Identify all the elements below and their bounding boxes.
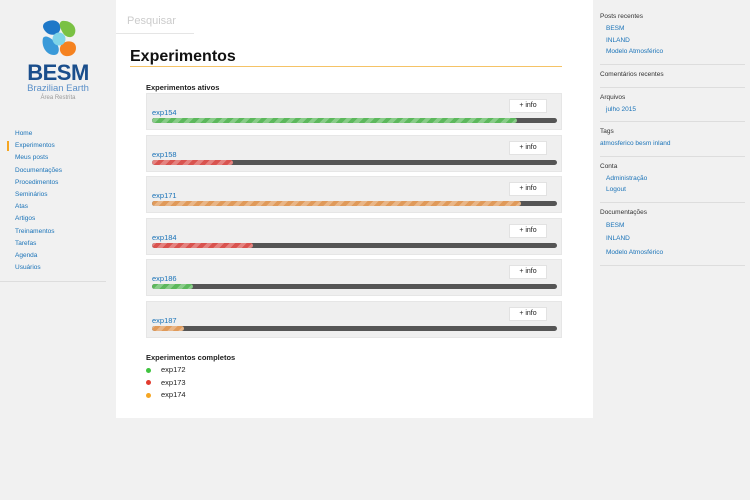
main-content: Pesquisar Experimentos Experimentos ativ…	[116, 0, 593, 418]
more-info-button[interactable]: + info	[509, 307, 547, 321]
progress-bar	[152, 160, 557, 165]
account-widget: Conta Administração Logout	[600, 162, 745, 203]
experiment-card: exp184 + info	[146, 218, 562, 255]
logo-subtitle: Brazilian Earth	[27, 83, 89, 94]
main-nav: Home Experimentos Meus posts Documentaçõ…	[0, 128, 106, 283]
besm-logo-icon	[42, 20, 76, 57]
right-sidebar: Posts recentes BESM INLAND Modelo Atmosf…	[600, 12, 745, 271]
widget-title: Conta	[600, 162, 618, 170]
admin-link[interactable]: Administração	[600, 173, 745, 185]
recent-post-link[interactable]: Modelo Atmosférico	[600, 46, 745, 58]
progress-bar	[152, 326, 557, 331]
more-info-button[interactable]: + info	[509, 99, 547, 113]
recent-post-link[interactable]: INLAND	[600, 35, 745, 47]
progress-fill	[152, 118, 517, 123]
status-dot	[146, 367, 151, 373]
experiment-link[interactable]: exp187	[152, 316, 177, 325]
experiment-link[interactable]: exp186	[152, 274, 177, 283]
completed-list: exp172 exp173 exp174	[146, 364, 186, 402]
progress-fill	[152, 201, 521, 206]
progress-bar	[152, 284, 557, 289]
recent-comments-widget: Comentários recentes	[600, 70, 745, 88]
recent-posts-widget: Posts recentes BESM INLAND Modelo Atmosf…	[600, 12, 745, 65]
progress-fill	[152, 284, 193, 289]
completed-experiments-heading: Experimentos completos	[146, 353, 236, 362]
nav-item-treinamentos[interactable]: Treinamentos	[0, 226, 106, 238]
nav-item-home[interactable]: Home	[0, 128, 106, 140]
experiment-link[interactable]: exp158	[152, 150, 177, 159]
list-item: exp174	[146, 389, 186, 402]
experiment-link[interactable]: exp171	[152, 191, 177, 200]
search-input[interactable]: Pesquisar	[116, 10, 194, 34]
archives-widget: Arquivos julho 2015	[600, 93, 745, 122]
more-info-button[interactable]: + info	[509, 182, 547, 196]
completed-experiment-name: exp172	[161, 365, 186, 374]
doc-link[interactable]: BESM	[600, 219, 745, 233]
nav-item-usuarios[interactable]: Usuários	[0, 262, 106, 274]
widget-title: Documentações	[600, 208, 647, 216]
progress-bar	[152, 118, 557, 123]
experiment-card: exp187 + info	[146, 301, 562, 338]
nav-item-documentacoes[interactable]: Documentações	[0, 165, 106, 177]
left-sidebar: BESM Brazilian Earth Área Restrita Home …	[0, 0, 116, 500]
status-dot	[146, 380, 151, 385]
experiment-card: exp158 + info	[146, 135, 562, 172]
title-divider	[130, 66, 562, 67]
more-info-button[interactable]: + info	[509, 224, 547, 238]
tag-cloud[interactable]: atmosferico besm inland	[600, 138, 745, 150]
status-dot	[146, 392, 151, 398]
besm-logo[interactable]: BESM Brazilian Earth Área Restrita	[22, 18, 94, 106]
experiment-card: exp186 + info	[146, 259, 562, 296]
doc-link[interactable]: Modelo Atmosférico	[600, 246, 745, 260]
completed-experiment-name: exp174	[161, 390, 186, 399]
nav-item-agenda[interactable]: Agenda	[0, 250, 106, 262]
progress-bar	[152, 243, 557, 248]
logo-besm-text: BESM	[27, 60, 89, 85]
tags-widget: Tags atmosferico besm inland	[600, 127, 745, 157]
experiment-link[interactable]: exp154	[152, 108, 177, 117]
page-title: Experimentos	[130, 48, 236, 65]
list-item: exp173	[146, 377, 186, 390]
progress-fill	[152, 243, 254, 248]
nav-item-seminarios[interactable]: Seminários	[0, 189, 106, 201]
nav-item-atas[interactable]: Atas	[0, 201, 106, 213]
experiment-card: exp171 + info	[146, 176, 562, 213]
widget-title: Posts recentes	[600, 13, 643, 20]
completed-experiment-name: exp173	[161, 377, 186, 387]
logo-area-restrita: Área Restrita	[40, 95, 76, 101]
widget-title: Tags	[600, 128, 614, 135]
list-item: exp172	[146, 364, 186, 377]
doc-link[interactable]: INLAND	[600, 232, 745, 246]
archive-link[interactable]: julho 2015	[600, 104, 745, 116]
experiment-link[interactable]: exp184	[152, 233, 177, 242]
recent-post-link[interactable]: BESM	[600, 23, 745, 35]
progress-fill	[152, 160, 233, 165]
more-info-button[interactable]: + info	[509, 141, 547, 155]
nav-item-experimentos[interactable]: Experimentos	[0, 140, 106, 152]
documentation-widget: Documentações BESM INLAND Modelo Atmosfé…	[600, 208, 745, 266]
nav-item-procedimentos[interactable]: Procedimentos	[0, 177, 106, 189]
widget-title: Arquivos	[600, 93, 626, 101]
nav-item-meus-posts[interactable]: Meus posts	[0, 152, 106, 164]
nav-item-artigos[interactable]: Artigos	[0, 213, 106, 225]
experiment-card: exp154 + info	[146, 93, 562, 130]
widget-title: Comentários recentes	[600, 70, 664, 78]
progress-bar	[152, 201, 557, 206]
active-experiments-heading: Experimentos ativos	[146, 83, 220, 92]
nav-item-tarefas[interactable]: Tarefas	[0, 238, 106, 250]
progress-fill	[152, 326, 185, 331]
more-info-button[interactable]: + info	[509, 265, 547, 279]
logout-link[interactable]: Logout	[600, 184, 745, 196]
